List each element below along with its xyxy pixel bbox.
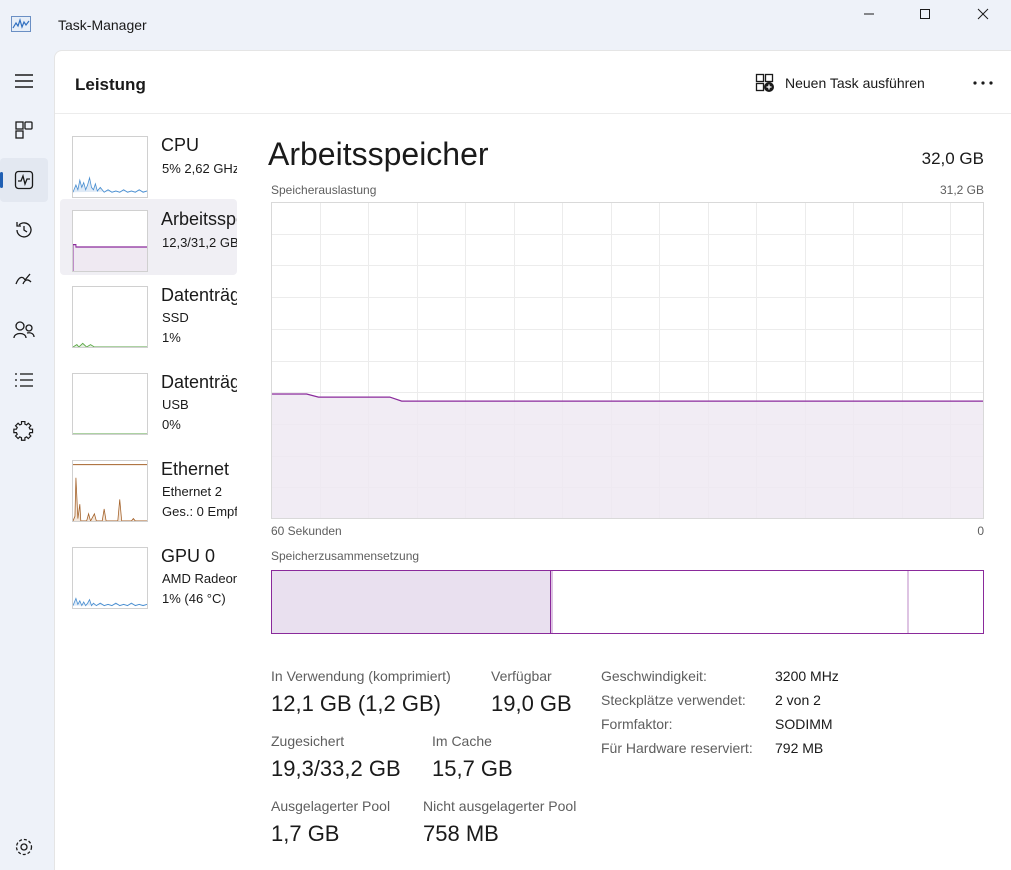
settings-icon xyxy=(15,838,33,856)
device-ethernet[interactable]: Ethernet Ethernet 2 Ges.: 0 Empf.: 0 KBi… xyxy=(60,453,237,529)
hamburger-icon xyxy=(15,74,33,88)
nav-item-app-history[interactable] xyxy=(0,208,48,252)
device-sub-value: 1% xyxy=(162,330,181,345)
cached-label: Im Cache xyxy=(432,733,492,749)
nav-item-startup[interactable] xyxy=(0,258,48,302)
nav-item-performance[interactable] xyxy=(0,158,48,202)
device-sub: AMD Radeon xyxy=(162,571,237,586)
processes-icon xyxy=(15,121,33,139)
run-new-task-button[interactable]: Neuen Task ausführen xyxy=(755,72,925,94)
device-name: CPU xyxy=(161,135,200,155)
device-sub: 12,3/31,2 GB (39%) xyxy=(162,235,237,250)
in-use-label: In Verwendung (komprimiert) xyxy=(271,668,451,684)
services-icon xyxy=(13,420,34,441)
composition-label: Speicherzusammensetzung xyxy=(271,549,420,563)
performance-icon xyxy=(14,170,34,190)
ethernet-thumbnail xyxy=(72,460,148,522)
memory-usage-graph xyxy=(271,202,984,519)
close-icon xyxy=(977,8,989,20)
run-task-label: Neuen Task ausführen xyxy=(785,75,925,91)
nav-item-details[interactable] xyxy=(0,358,48,402)
title-bar: Task-Manager xyxy=(0,0,1011,50)
nav-rail xyxy=(0,50,54,870)
device-sub: SSD xyxy=(162,310,189,325)
device-name: Datenträger 1 xyxy=(161,372,237,392)
total-memory: 32,0 GB xyxy=(921,149,984,168)
reserved-value: 792 MB xyxy=(775,740,824,756)
device-sub: 5% 2,62 GHz xyxy=(162,161,237,176)
device-memory[interactable]: Arbeitsspeicher 12,3/31,2 GB (39%) xyxy=(60,199,237,275)
available-label: Verfügbar xyxy=(491,668,552,684)
more-icon xyxy=(973,81,993,85)
startup-icon xyxy=(15,273,32,285)
memory-thumbnail xyxy=(72,210,148,272)
reserved-label: Für Hardware reserviert: xyxy=(601,740,753,756)
nav-item-services[interactable] xyxy=(0,408,48,452)
composition-in-use xyxy=(271,570,551,634)
close-button[interactable] xyxy=(954,0,1011,28)
users-icon xyxy=(13,321,35,339)
detail-title: Arbeitsspeicher xyxy=(268,136,489,172)
cpu-thumbnail xyxy=(72,136,148,198)
disk1-thumbnail xyxy=(72,373,148,435)
slots-label: Steckplätze verwendet: xyxy=(601,692,746,708)
page-title: Leistung xyxy=(75,75,146,94)
device-disk-0[interactable]: Datenträger 0 (C:) SSD 1% xyxy=(60,279,237,355)
in-use-value: 12,1 GB (1,2 GB) xyxy=(271,691,441,716)
committed-label: Zugesichert xyxy=(271,733,345,749)
device-name: Arbeitsspeicher xyxy=(161,209,237,229)
more-options-button[interactable] xyxy=(971,71,995,95)
disk0-thumbnail xyxy=(72,286,148,348)
maximize-icon xyxy=(920,9,930,19)
speed-label: Geschwindigkeit: xyxy=(601,668,707,684)
axis-right-label: 0 xyxy=(977,524,984,538)
paged-pool-value: 1,7 GB xyxy=(271,821,340,846)
paged-pool-label: Ausgelagerter Pool xyxy=(271,798,391,814)
main-panel: Leistung Neuen Task ausführen CPU 5% 2,6… xyxy=(54,50,1011,870)
committed-value: 19,3/33,2 GB xyxy=(271,756,401,781)
form-factor-value: SODIMM xyxy=(775,716,833,732)
nav-menu-button[interactable] xyxy=(0,59,48,103)
usage-max: 31,2 GB xyxy=(939,183,984,197)
device-sub-value: 0% xyxy=(162,417,181,432)
app-title: Task-Manager xyxy=(58,17,147,33)
usage-area xyxy=(271,394,984,519)
speed-value: 3200 MHz xyxy=(775,668,839,684)
device-sub: Ethernet 2 xyxy=(162,484,222,499)
details-icon xyxy=(15,373,33,387)
run-task-icon xyxy=(755,73,774,92)
cached-value: 15,7 GB xyxy=(432,756,513,781)
nav-item-settings[interactable] xyxy=(0,825,48,869)
device-sub-value: Ges.: 0 Empf.: 0 KBit/s xyxy=(162,504,237,519)
nav-item-users[interactable] xyxy=(0,308,48,352)
device-name: Ethernet xyxy=(161,459,230,479)
device-name: GPU 0 xyxy=(161,546,216,566)
task-manager-icon xyxy=(11,16,31,32)
device-disk-1[interactable]: Datenträger 1 USB 0% xyxy=(60,366,237,442)
nav-item-processes[interactable] xyxy=(0,108,48,152)
device-name: Datenträger 0 (C:) xyxy=(161,285,237,305)
available-value: 19,0 GB xyxy=(491,691,572,716)
device-cpu[interactable]: CPU 5% 2,62 GHz xyxy=(60,129,237,205)
form-factor-label: Formfaktor: xyxy=(601,716,673,732)
history-icon xyxy=(16,222,32,238)
axis-left-label: 60 Sekunden xyxy=(271,524,342,538)
usage-label: Speicherauslastung xyxy=(271,183,377,197)
minimize-button[interactable] xyxy=(840,0,898,28)
gpu-thumbnail xyxy=(72,547,148,609)
maximize-button[interactable] xyxy=(896,0,954,28)
slots-value: 2 von 2 xyxy=(775,692,821,708)
device-sub: USB xyxy=(162,397,189,412)
device-gpu[interactable]: GPU 0 AMD Radeon 1% (46 °C) xyxy=(60,540,237,616)
minimize-icon xyxy=(864,13,874,15)
panel-header: Leistung Neuen Task ausführen xyxy=(55,51,1011,114)
memory-composition-bar xyxy=(271,570,984,634)
nonpaged-pool-label: Nicht ausgelagerter Pool xyxy=(423,798,577,814)
nonpaged-pool-value: 758 MB xyxy=(423,821,499,846)
device-sub-value: 1% (46 °C) xyxy=(162,591,226,606)
